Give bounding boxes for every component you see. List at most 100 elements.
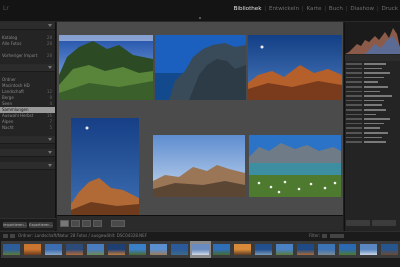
metadata-row [346,127,398,130]
metadata-row [346,113,398,117]
back-arrow-icon[interactable] [10,234,15,238]
compare-view-icon[interactable] [82,220,91,227]
filmstrip-image [297,244,314,255]
folders-header[interactable] [0,64,55,72]
metadata-row [346,95,398,98]
metadata-header[interactable] [345,55,400,61]
filmstrip-image [3,244,20,255]
grid-cell[interactable] [71,118,139,215]
filmstrip-thumbnail[interactable] [337,241,358,258]
filmstrip-thumbnail-selected[interactable] [190,241,211,258]
grid-cell[interactable] [153,135,245,197]
filmstrip-thumbnail[interactable] [106,241,127,258]
filmstrip-image [339,244,356,255]
filmstrip-image [108,244,125,255]
filmstrip-thumbnail[interactable] [1,241,22,258]
second-window-icon[interactable] [3,234,8,238]
navigator-header[interactable] [0,22,55,30]
metadata-row [346,63,398,66]
metadata-row [346,141,398,144]
module-buch[interactable]: Buch [329,6,343,12]
filmstrip-image [24,244,41,255]
catalog-row[interactable]: Vorheriger Import 28 [0,53,55,59]
thumbnail-alpine-meadow-lake[interactable] [249,135,341,197]
import-button[interactable]: Importieren... [3,222,27,228]
metadata-row [346,90,398,94]
collapse-triangle-icon[interactable] [48,151,52,154]
thumbnail-mountain-ridge[interactable] [153,135,245,197]
filmstrip-image [381,244,398,255]
module-bar: Lr Bibliothek | Entwickeln | Karte | Buc… [0,0,400,22]
grid-cell[interactable] [249,135,341,197]
module-bibliothek[interactable]: Bibliothek [234,6,262,12]
grid-cell[interactable] [248,35,342,100]
loupe-view-icon[interactable] [71,220,80,227]
thumbnail-moon-over-peak[interactable] [71,118,139,215]
module-druck[interactable]: Druck [382,6,398,12]
collapse-triangle-icon[interactable] [48,164,52,167]
filmstrip-thumbnail[interactable] [379,241,400,258]
sort-direction-icon[interactable] [111,220,125,227]
filmstrip-image [87,244,104,255]
filmstrip-image [360,244,377,255]
photo-grid [57,22,343,215]
collection-row[interactable]: Nacht 5 [0,125,55,131]
collapse-triangle-icon[interactable] [48,138,52,141]
metadata-row [346,118,398,121]
grid-cell[interactable] [155,35,246,100]
filmstrip-thumbnail[interactable] [316,241,337,258]
filmstrip-image [192,244,209,255]
filmstrip-thumbnail[interactable] [169,241,190,258]
publish-header[interactable] [0,136,55,144]
metadata-row [346,136,398,140]
metadata-row [346,86,398,89]
app-logo: Lr [3,5,9,12]
grid-cell[interactable] [59,35,153,100]
module-picker: Bibliothek | Entwickeln | Karte | Buch |… [233,6,398,12]
module-entwickeln[interactable]: Entwickeln [269,6,299,12]
filmstrip-thumbnail[interactable] [253,241,274,258]
filmstrip-thumbnail[interactable] [274,241,295,258]
filmstrip-thumbnail[interactable] [211,241,232,258]
filmstrip-thumbnail[interactable] [43,241,64,258]
filmstrip-thumbnail[interactable] [358,241,379,258]
filmstrip-thumbnail[interactable] [64,241,85,258]
filters-header[interactable] [0,162,55,170]
metadata-row [346,67,398,71]
thumbnail-napali-cliffs[interactable] [155,35,246,100]
survey-view-icon[interactable] [93,220,102,227]
filter-preset-select[interactable] [330,234,344,238]
thumbnail-desert-mesa-dusk[interactable] [248,35,342,100]
filter-lock-icon[interactable] [322,234,327,238]
filmstrip-thumbnail[interactable] [127,241,148,258]
thumbnail-kauai-coast[interactable] [59,35,153,100]
metadata-row [346,76,398,80]
sync-metadata-button[interactable] [346,220,370,226]
filmstrip-image [213,244,230,255]
metadata-row [346,99,398,103]
filmstrip-thumbnail[interactable] [232,241,253,258]
grid-view-icon[interactable] [60,220,69,227]
metadata-row [346,72,398,75]
filmstrip-image [255,244,272,255]
metadata-row [346,104,398,107]
filmstrip-thumbnail[interactable] [22,241,43,258]
filmstrip-thumbnail[interactable] [148,241,169,258]
filmstrip-thumbnail[interactable] [85,241,106,258]
metadata-row [346,122,398,126]
filmstrip-bar: Ordner: Landschaft/Natur 28 Fotos / ausg… [0,231,400,239]
export-button[interactable]: Exportieren... [29,222,53,228]
module-diashow[interactable]: Diashow [350,6,374,12]
sync-settings-button[interactable] [372,220,396,226]
metadata-row [346,81,398,84]
panel-toggle-icon[interactable] [199,17,201,19]
lightroom-window: Lr Bibliothek | Entwickeln | Karte | Buc… [0,0,400,267]
module-karte[interactable]: Karte [306,6,321,12]
filmstrip-thumbnail[interactable] [295,241,316,258]
collapse-triangle-icon[interactable] [48,66,52,69]
collapse-triangle-icon[interactable] [48,24,52,27]
filmstrip [0,239,400,267]
keywords-header[interactable] [0,149,55,157]
histogram [345,22,400,54]
metadata-row [346,109,398,112]
